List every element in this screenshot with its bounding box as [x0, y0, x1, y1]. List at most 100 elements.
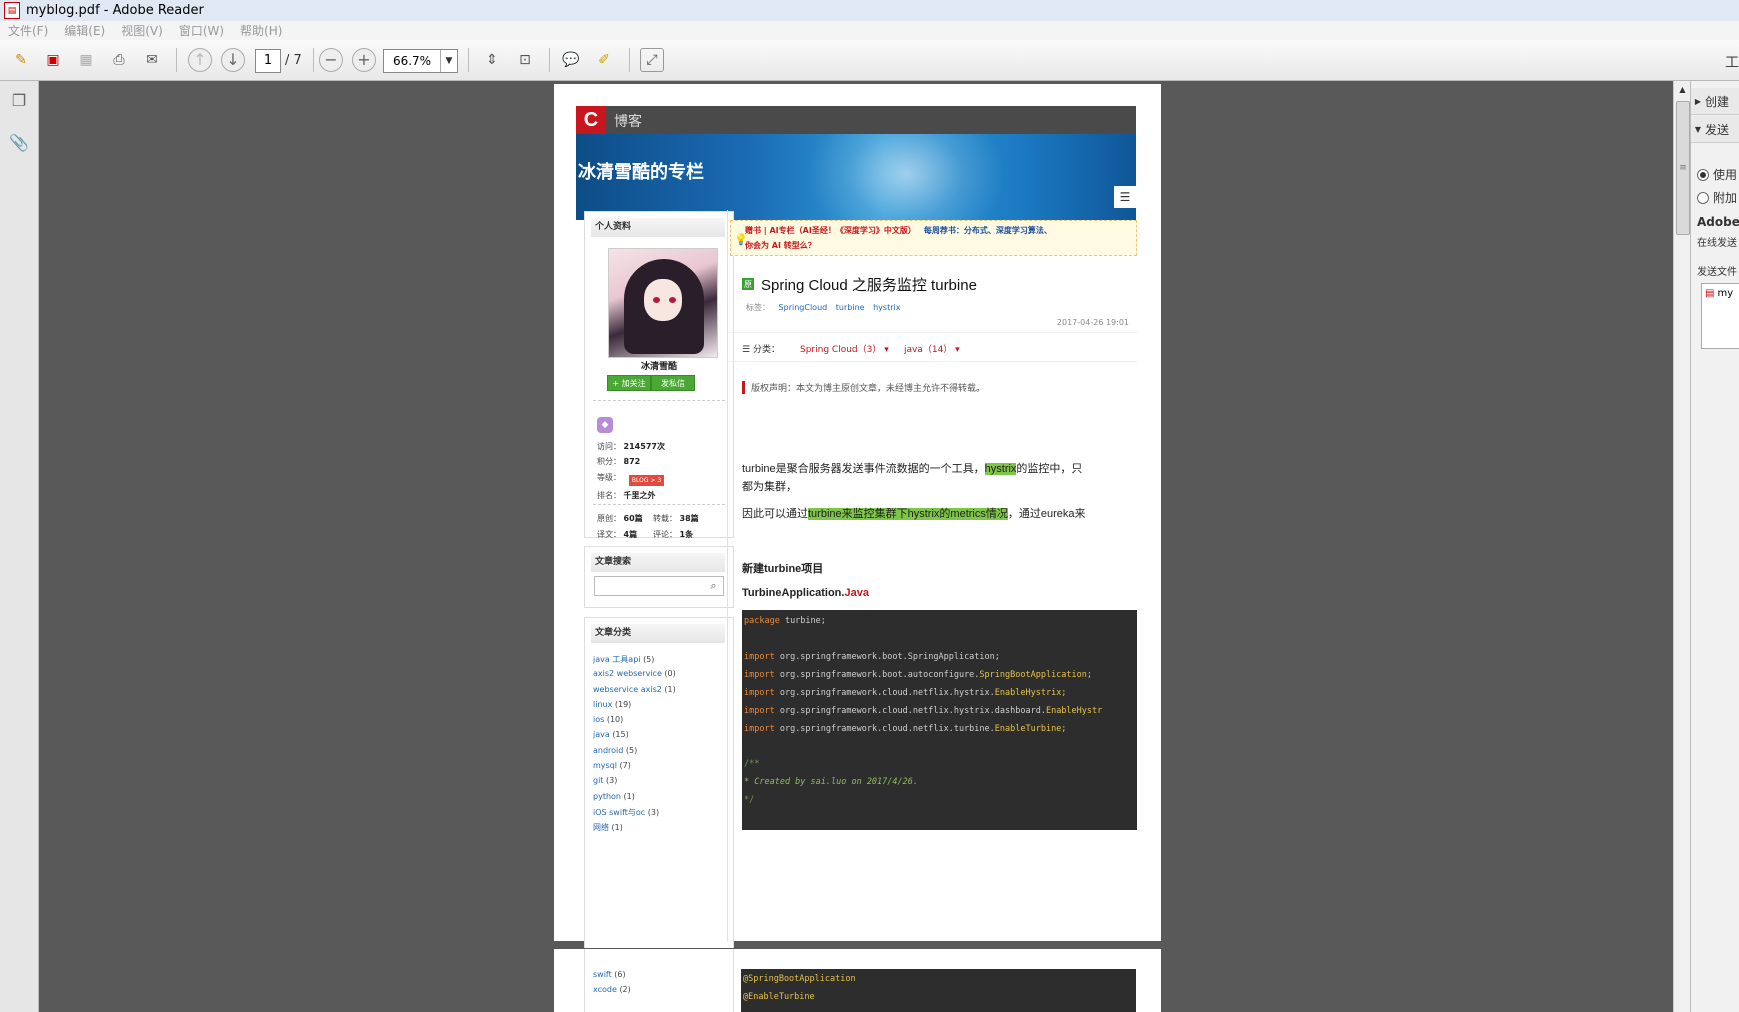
notice-line-2[interactable]: 你会为 AI 转型么？: [745, 240, 816, 251]
blog-banner: 冰清雪酷的专栏 ☰: [576, 134, 1136, 220]
pdf-app-icon: ▤: [4, 2, 20, 19]
search-input[interactable]: [594, 576, 706, 596]
email-button[interactable]: ✉: [141, 48, 163, 72]
vertical-scrollbar[interactable]: ▲ ≡: [1673, 81, 1691, 1012]
level-stat: 等级：: [597, 473, 621, 482]
arrow-up-icon: ↑: [188, 48, 212, 72]
menu-view[interactable]: 视图(V): [121, 22, 163, 39]
highlight-button[interactable]: ✐: [593, 48, 615, 72]
previous-page-button[interactable]: ↑: [188, 48, 212, 72]
fit-page-button[interactable]: ⊡: [514, 48, 536, 72]
category-link[interactable]: Spring Cloud（3） ▾: [800, 342, 889, 355]
radio-use[interactable]: 使用: [1697, 166, 1739, 183]
notice-link-book[interactable]: 赠书 | AI专栏（AI圣经！《深度学习》中文版）: [745, 226, 916, 235]
divider: [593, 504, 725, 505]
paperclip-icon[interactable]: 📎: [9, 132, 29, 152]
list-item[interactable]: swift (6): [593, 970, 626, 985]
list-icon[interactable]: ☰: [1114, 186, 1136, 208]
tag-link[interactable]: hystrix: [873, 303, 900, 312]
list-item[interactable]: 网络 (1): [593, 822, 676, 837]
original-icon: 原: [742, 278, 754, 290]
zoom-select[interactable]: 66.7% ▼: [383, 49, 458, 73]
paragraph: 因此可以通过turbine来监控集群下hystrix的metrics情况，通过e…: [742, 508, 1086, 520]
speech-bubble-icon: 💬: [562, 52, 580, 68]
toolbar-divider: [549, 48, 550, 72]
list-item[interactable]: webservice axis2 (1): [593, 685, 676, 700]
list-item[interactable]: python (1): [593, 792, 676, 807]
export-pdf-icon: ▣: [46, 52, 60, 68]
code-line: import org.springframework.boot.SpringAp…: [744, 652, 1000, 662]
create-section-header[interactable]: ▶ 创建: [1691, 88, 1739, 115]
full-screen-button[interactable]: ⤢: [640, 48, 664, 72]
tag-link[interactable]: turbine: [836, 303, 865, 312]
file-list[interactable]: ▤ my: [1701, 283, 1739, 349]
tools-pane-label[interactable]: 工: [1725, 52, 1739, 72]
create-pdf-button[interactable]: ✎: [10, 48, 32, 72]
message-button[interactable]: 发私信: [651, 375, 695, 391]
scroll-thumb[interactable]: ≡: [1676, 101, 1690, 235]
level-badge: BLOG > 3: [629, 475, 664, 486]
next-page-button[interactable]: ↓: [221, 48, 245, 72]
print-button[interactable]: ⎙: [108, 48, 130, 72]
list-item[interactable]: xcode (2): [593, 985, 631, 1000]
list-item[interactable]: java (15): [593, 730, 676, 745]
follow-button[interactable]: + 加关注: [607, 375, 651, 391]
avatar-eye: [669, 297, 676, 303]
list-item[interactable]: mysql (7): [593, 761, 676, 776]
menu-edit[interactable]: 编辑(E): [64, 22, 105, 39]
article-tags: 标签： SpringCloud turbine hystrix: [746, 303, 901, 312]
page-number-input[interactable]: 1: [255, 49, 281, 73]
triangle-right-icon: ▶: [1694, 96, 1702, 106]
list-item[interactable]: java 工具api (5): [593, 654, 676, 669]
list-item[interactable]: android (5): [593, 746, 676, 761]
scroll-up-icon[interactable]: ▲: [1674, 81, 1691, 98]
toolbar-divider: [629, 48, 630, 72]
send-files-label: 发送文件: [1697, 267, 1737, 278]
tag-link[interactable]: SpringCloud: [779, 303, 828, 312]
radio-unselected: [1697, 191, 1709, 204]
search-icon[interactable]: ⌕: [704, 576, 724, 596]
save-button[interactable]: ▦: [75, 48, 97, 72]
code-line: @EnableTurbine: [743, 992, 815, 1002]
category-link[interactable]: java（14） ▾: [904, 342, 960, 355]
print-icon: ⎙: [113, 52, 125, 68]
list-item[interactable]: iOS swift与oc (3): [593, 807, 676, 822]
email-icon: ✉: [146, 52, 158, 68]
visits-stat: 访问： 214577次: [597, 442, 665, 451]
comment-button[interactable]: 💬: [560, 48, 582, 72]
column-title: 冰清雪酷的专栏: [578, 162, 704, 183]
list-item[interactable]: axis2 webservice (0): [593, 669, 676, 684]
export-pdf-button[interactable]: ▣: [42, 48, 64, 72]
list-item[interactable]: linux (19): [593, 700, 676, 715]
code-line: package turbine;: [744, 616, 826, 626]
chevron-down-icon[interactable]: ▼: [440, 50, 457, 72]
code-block: package turbine; import org.springframew…: [742, 610, 1137, 830]
categories-box: 文章分类 java 工具api (5) axis2 webservice (0)…: [584, 617, 734, 948]
menu-file[interactable]: 文件(F): [8, 22, 48, 39]
title-bar: ▤ myblog.pdf - Adobe Reader: [0, 0, 1739, 22]
blog-brand: 博客: [614, 114, 642, 130]
tools-panel: ▶ 创建 ▼ 发送 使用 附加 Adobe 在线发送 发送文件 ▤ my: [1690, 81, 1739, 1012]
file-item[interactable]: ▤ my: [1705, 288, 1733, 299]
zoom-in-button[interactable]: +: [352, 48, 376, 72]
save-icon: ▦: [79, 52, 93, 68]
list-item[interactable]: git (3): [593, 776, 676, 791]
menu-window[interactable]: 窗口(W): [179, 22, 224, 39]
article: 💡 赠书 | AI专栏（AI圣经！《深度学习》中文版） 每周荐书：分布式、深度学习…: [727, 210, 1137, 941]
menu-help[interactable]: 帮助(H): [240, 22, 282, 39]
adobe-label: Adobe: [1697, 215, 1739, 229]
radio-attach[interactable]: 附加: [1697, 189, 1739, 206]
paragraph: turbine是聚合服务器发送事件流数据的一个工具，hystrix的监控中，只: [742, 463, 1083, 475]
send-section-header[interactable]: ▼ 发送: [1691, 116, 1739, 143]
list-item[interactable]: ios (10): [593, 715, 676, 730]
blog-header: C 博客: [576, 106, 1136, 134]
zoom-out-button[interactable]: −: [319, 48, 343, 72]
code-line: /**: [744, 759, 760, 769]
navigation-pane: ❐ 📎: [0, 81, 39, 1012]
promo-notice: 💡 赠书 | AI专栏（AI圣经！《深度学习》中文版） 每周荐书：分布式、深度学习…: [730, 220, 1137, 256]
highlighter-icon: ✐: [598, 52, 610, 68]
page-thumbnails-icon[interactable]: ❐: [9, 90, 29, 110]
document-view[interactable]: C 博客 冰清雪酷的专栏 ☰ 个人资料 冰清雪酷 + 加关注 发私信 ◆ 访问：…: [39, 81, 1673, 1012]
fit-width-button[interactable]: ⇕: [481, 48, 503, 72]
notice-link-weekly[interactable]: 每周荐书：分布式、深度学习算法、: [924, 226, 1052, 235]
